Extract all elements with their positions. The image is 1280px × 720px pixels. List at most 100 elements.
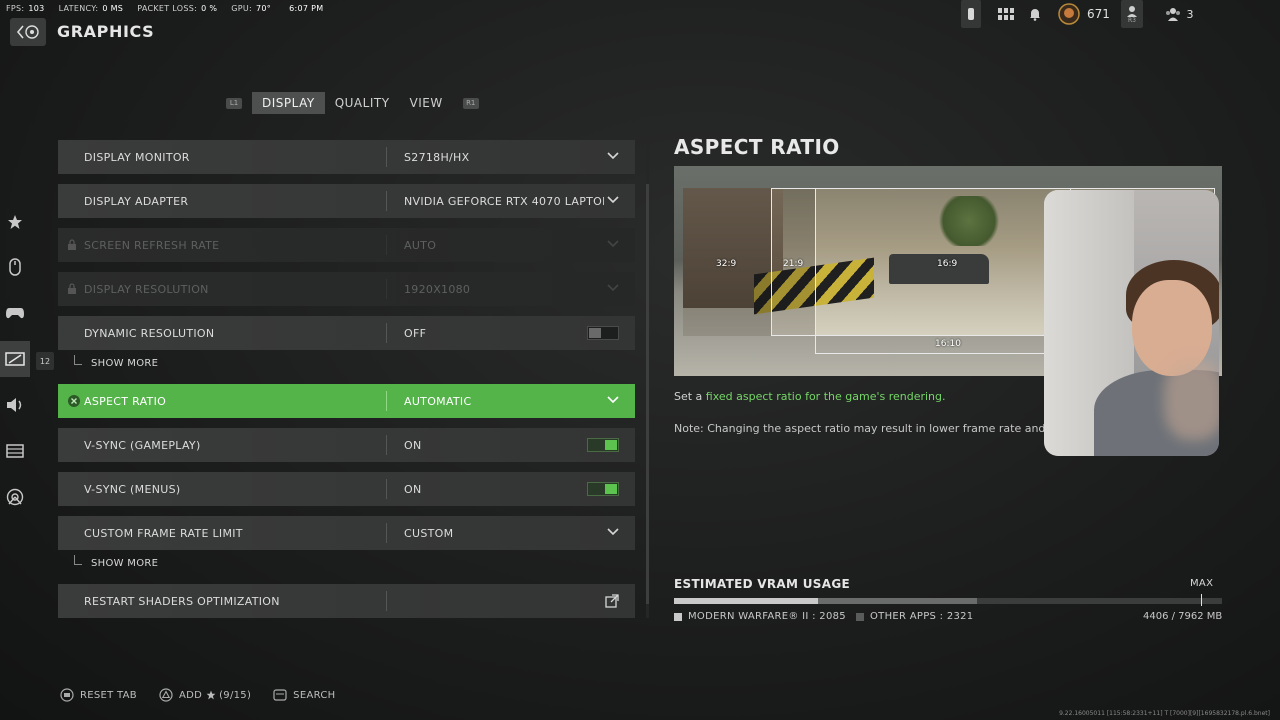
- chevron-down-icon: [607, 528, 619, 536]
- lock-icon: [68, 239, 76, 250]
- interface-icon: [6, 444, 24, 458]
- setting-restart-shaders[interactable]: RESTART SHADERS OPTIMIZATION: [58, 584, 635, 618]
- vsync-menus-toggle[interactable]: [587, 482, 619, 496]
- tab-left-key[interactable]: L1: [226, 97, 242, 109]
- notifications-button[interactable]: [1025, 0, 1045, 28]
- touchpad-button-icon: [273, 689, 287, 701]
- show-more-dynamic-resolution[interactable]: SHOW MORE: [74, 354, 158, 372]
- star-icon: [206, 690, 216, 700]
- setting-dynamic-resolution[interactable]: DYNAMIC RESOLUTION OFF: [58, 316, 635, 350]
- setting-value: S2718H/HX: [404, 150, 470, 164]
- player-icon: [1127, 5, 1137, 17]
- detail-title: ASPECT RATIO: [674, 135, 840, 159]
- clock: 6:07 PM: [289, 3, 324, 13]
- add-label: ADD: [178, 689, 203, 701]
- tab-view[interactable]: VIEW: [400, 92, 453, 114]
- star-icon: [8, 215, 22, 229]
- vram-legend-other: OTHER APPS : 2321: [856, 611, 973, 622]
- setting-display-monitor[interactable]: DISPLAY MONITOR S2718H/HX: [58, 140, 635, 174]
- divider: [386, 391, 387, 411]
- fps-stat: FPS: 103: [6, 3, 45, 13]
- setting-label: V-SYNC (GAMEPLAY): [84, 438, 201, 452]
- setting-vsync-gameplay[interactable]: V-SYNC (GAMEPLAY) ON: [58, 428, 635, 462]
- webcam-person-hand: [1164, 360, 1219, 440]
- divider: [386, 479, 387, 499]
- tab-right-key[interactable]: R1: [462, 97, 479, 109]
- party-button[interactable]: 3: [1164, 0, 1194, 28]
- setting-aspect-ratio[interactable]: ASPECT RATIO AUTOMATIC: [58, 384, 635, 418]
- setting-label: CUSTOM FRAME RATE LIMIT: [84, 526, 243, 540]
- vram-title: ESTIMATED VRAM USAGE: [674, 577, 850, 591]
- search-button[interactable]: SEARCH: [273, 689, 335, 701]
- tab-quality[interactable]: QUALITY: [325, 92, 400, 114]
- dynamic-resolution-toggle[interactable]: [587, 326, 619, 340]
- settings-scrollbar[interactable]: [646, 140, 649, 618]
- setting-value: ON: [404, 482, 422, 496]
- controller-battery-button[interactable]: [961, 0, 981, 28]
- rail-mouse[interactable]: [0, 249, 30, 285]
- chevron-down-icon: [607, 196, 619, 204]
- grid-menu-button[interactable]: [995, 0, 1017, 28]
- divider: [386, 191, 387, 211]
- detail-note: Note: Changing the aspect ratio may resu…: [674, 422, 1044, 435]
- options-button-icon: [60, 688, 74, 702]
- label-32-9: 32:9: [716, 259, 737, 269]
- divider: [386, 435, 387, 455]
- tree-corner: [74, 355, 82, 365]
- rail-controller[interactable]: [0, 295, 30, 331]
- rail-graphics[interactable]: [0, 341, 30, 377]
- party-icon: [1165, 8, 1180, 21]
- vram-other-segment: [817, 598, 978, 604]
- divider: [386, 523, 387, 543]
- back-button[interactable]: [10, 18, 46, 46]
- tab-display[interactable]: DISPLAY: [252, 92, 325, 114]
- setting-label: DYNAMIC RESOLUTION: [84, 326, 215, 340]
- setting-custom-frame-rate-limit[interactable]: CUSTOM FRAME RATE LIMIT CUSTOM: [58, 516, 635, 550]
- reset-tab-button[interactable]: RESET TAB: [60, 688, 137, 702]
- setting-vsync-menus[interactable]: V-SYNC (MENUS) ON: [58, 472, 635, 506]
- show-more-frame-rate[interactable]: SHOW MORE: [74, 554, 158, 572]
- setting-screen-refresh-rate: SCREEN REFRESH RATE AUTO: [58, 228, 635, 262]
- setting-display-adapter[interactable]: DISPLAY ADAPTER NVIDIA GEFORCE RTX 4070 …: [58, 184, 635, 218]
- divider: [386, 147, 387, 167]
- divider: [386, 279, 387, 299]
- rail-audio[interactable]: [0, 387, 30, 423]
- rank-button[interactable]: R3: [1121, 0, 1143, 28]
- detail-description: Set a fixed aspect ratio for the game's …: [674, 390, 946, 403]
- setting-label: V-SYNC (MENUS): [84, 482, 181, 496]
- setting-label: DISPLAY ADAPTER: [84, 194, 189, 208]
- setting-label: RESTART SHADERS OPTIMIZATION: [84, 594, 280, 608]
- description-prefix: Set a: [674, 390, 706, 403]
- vsync-gameplay-toggle[interactable]: [587, 438, 619, 452]
- currency-amount: 671: [1087, 7, 1110, 21]
- reset-icon[interactable]: [67, 394, 81, 408]
- chevron-down-icon: [607, 152, 619, 160]
- currency-display[interactable]: 671: [1058, 0, 1114, 28]
- show-more-label: SHOW MORE: [91, 557, 159, 569]
- legend-swatch: [674, 612, 682, 621]
- page-title: GRAPHICS: [57, 22, 155, 41]
- external-link-icon: [605, 594, 619, 608]
- vram-usage-bar: [674, 594, 1222, 606]
- build-version: 9.22.16005011 [115:58:2331+11] T [7000][…: [1059, 710, 1270, 717]
- setting-value: AUTOMATIC: [404, 394, 472, 408]
- rail-favorites[interactable]: [0, 204, 30, 240]
- divider: [386, 235, 387, 255]
- tree-corner: [74, 555, 82, 565]
- legend-label: MODERN WARFARE® II : 2085: [688, 611, 846, 622]
- scrollbar-thumb[interactable]: [646, 184, 649, 604]
- grid-icon: [998, 8, 1014, 20]
- add-favorite-button[interactable]: ADD (9/15): [159, 688, 251, 702]
- back-icon: [16, 25, 39, 39]
- rail-network[interactable]: [0, 479, 30, 515]
- vram-legend-mw: MODERN WARFARE® II : 2085: [674, 611, 846, 622]
- gpu-stat: GPU: 70°: [231, 3, 272, 13]
- gamepad-icon: [6, 308, 24, 319]
- party-count: 3: [1186, 7, 1194, 21]
- network-icon: [6, 488, 24, 506]
- setting-value: AUTO: [404, 238, 437, 252]
- setting-value: OFF: [404, 326, 427, 340]
- performance-stats: FPS: 103 LATENCY: 0 MS PACKET LOSS: 0 % GPU…: [6, 2, 323, 14]
- setting-label: ASPECT RATIO: [84, 394, 167, 408]
- rail-interface[interactable]: [0, 433, 30, 469]
